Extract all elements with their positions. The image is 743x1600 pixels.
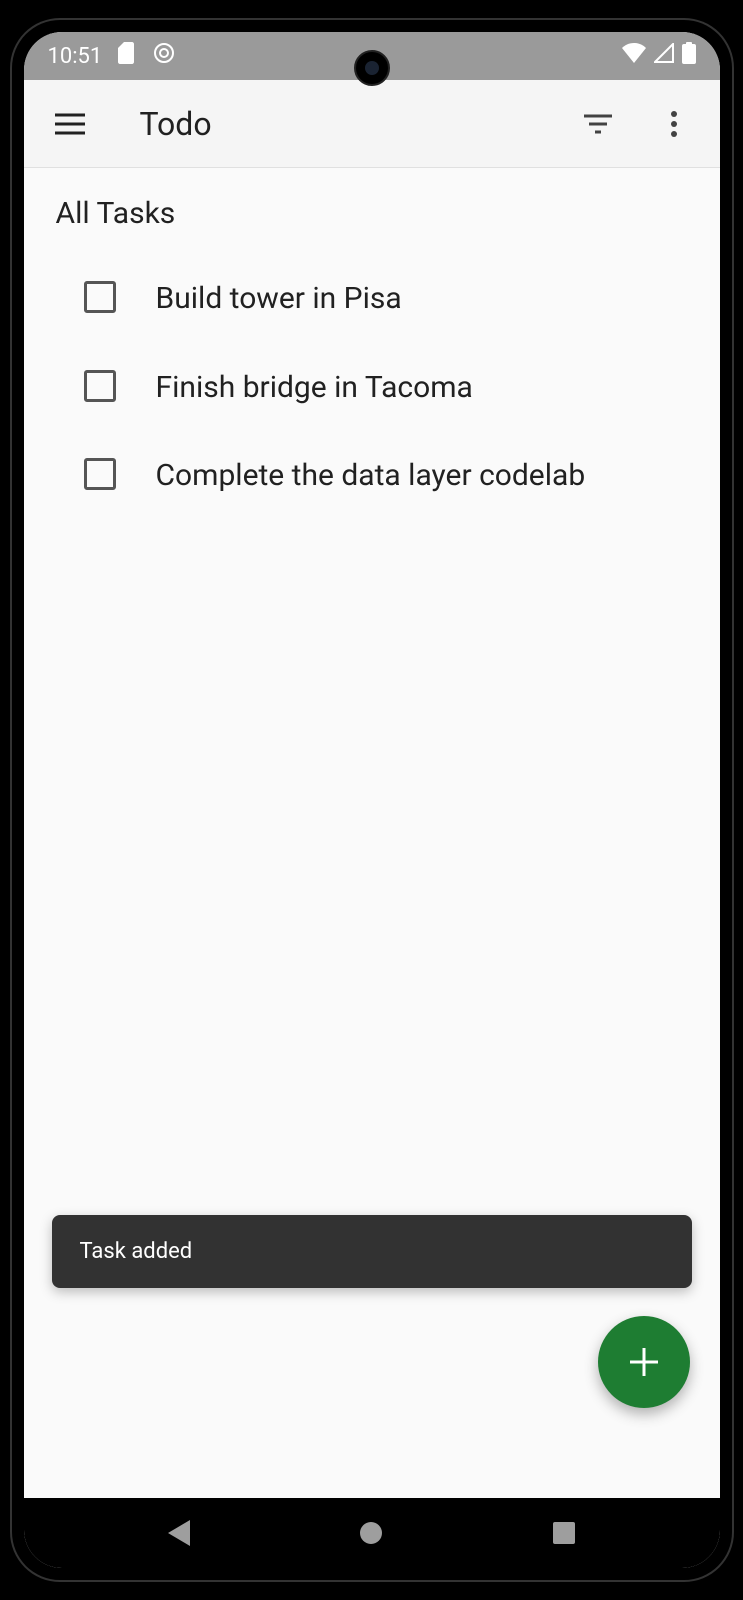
camera-notch (354, 50, 390, 86)
recent-apps-button[interactable] (553, 1522, 575, 1544)
menu-button[interactable] (48, 102, 92, 146)
app-bar: Todo (24, 80, 720, 168)
app-title: Todo (140, 105, 544, 143)
content-area: All Tasks Build tower in Pisa Finish bri… (24, 168, 720, 1498)
do-not-disturb-icon (152, 41, 176, 71)
snackbar-message: Task added (80, 1239, 193, 1264)
wifi-icon (622, 43, 646, 69)
status-left: 10:51 (48, 41, 177, 71)
home-button[interactable] (359, 1521, 383, 1545)
task-item[interactable]: Finish bridge in Tacoma (52, 368, 692, 409)
task-label: Build tower in Pisa (156, 279, 402, 320)
add-task-fab[interactable] (598, 1316, 690, 1408)
filter-icon (584, 114, 612, 134)
task-item[interactable]: Build tower in Pisa (52, 279, 692, 320)
phone-screen: 10:51 (24, 32, 720, 1568)
more-button[interactable] (652, 102, 696, 146)
home-icon (359, 1521, 383, 1545)
task-label: Finish bridge in Tacoma (156, 368, 473, 409)
snackbar: Task added (52, 1215, 692, 1288)
phone-frame: 10:51 (12, 20, 732, 1580)
task-list: Build tower in Pisa Finish bridge in Tac… (52, 279, 692, 497)
back-icon (168, 1520, 190, 1546)
status-time: 10:51 (48, 44, 103, 69)
section-title: All Tasks (56, 196, 692, 231)
signal-icon (654, 43, 674, 69)
more-vert-icon (670, 110, 678, 138)
hamburger-icon (55, 113, 85, 135)
task-label: Complete the data layer codelab (156, 456, 586, 497)
task-checkbox[interactable] (84, 370, 116, 402)
square-icon (553, 1522, 575, 1544)
task-item[interactable]: Complete the data layer codelab (52, 456, 692, 497)
system-nav-bar (24, 1498, 720, 1568)
plus-icon (626, 1344, 662, 1380)
back-button[interactable] (168, 1520, 190, 1546)
filter-button[interactable] (576, 102, 620, 146)
task-checkbox[interactable] (84, 458, 116, 490)
status-right (622, 42, 696, 70)
battery-icon (682, 42, 696, 70)
sd-card-icon (118, 42, 136, 70)
task-checkbox[interactable] (84, 281, 116, 313)
